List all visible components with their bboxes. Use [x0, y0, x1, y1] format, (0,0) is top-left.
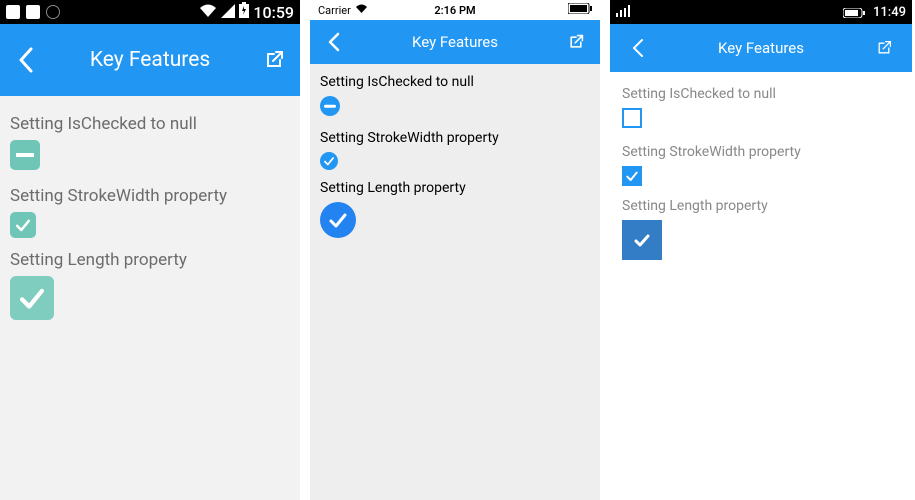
device-android: 10:59 Key Features Setting IsChecked to … — [0, 0, 300, 500]
page-title: Key Features — [652, 39, 870, 57]
external-link-button[interactable] — [870, 40, 898, 56]
app-bar: Key Features — [610, 24, 912, 72]
checkbox-checked-large[interactable] — [10, 276, 54, 320]
back-button[interactable] — [624, 38, 652, 58]
checkbox-indeterminate[interactable] — [10, 140, 40, 170]
back-button[interactable] — [12, 47, 40, 73]
notification-icon — [6, 5, 20, 19]
signal-icon — [221, 3, 235, 22]
external-link-button[interactable] — [562, 34, 590, 50]
battery-icon — [843, 3, 865, 22]
checkbox-checked[interactable] — [10, 212, 36, 238]
status-bar: 10:59 — [0, 0, 300, 24]
carrier-label: Carrier — [318, 4, 351, 17]
checkbox-checked-large[interactable] — [622, 220, 662, 260]
external-link-button[interactable] — [260, 50, 288, 70]
item-label: Setting StrokeWidth property — [622, 144, 900, 160]
app-bar: Key Features — [310, 20, 600, 64]
item-label: Setting IsChecked to null — [320, 74, 590, 90]
item-label: Setting IsChecked to null — [10, 114, 290, 134]
back-button[interactable] — [320, 32, 348, 52]
status-bar: Carrier 2:16 PM — [310, 0, 600, 20]
device-ios: Carrier 2:16 PM Key Features Setting IsC… — [310, 0, 600, 500]
checkbox-indeterminate[interactable] — [622, 108, 642, 128]
checkbox-indeterminate[interactable] — [320, 96, 340, 116]
status-clock: 10:59 — [253, 3, 294, 22]
checkbox-checked[interactable] — [320, 152, 338, 170]
battery-icon — [568, 3, 592, 17]
content-area: Setting IsChecked to null Setting Stroke… — [0, 96, 300, 500]
status-clock: 11:49 — [873, 5, 906, 20]
item-label: Setting Length property — [622, 198, 900, 214]
sd-card-icon — [26, 5, 40, 19]
app-bar: Key Features — [0, 24, 300, 96]
checkbox-checked-large[interactable] — [320, 202, 356, 238]
item-label: Setting StrokeWidth property — [320, 130, 590, 146]
battery-icon — [239, 2, 249, 22]
checkbox-checked[interactable] — [622, 166, 642, 186]
content-area: Setting IsChecked to null Setting Stroke… — [310, 64, 600, 500]
sync-icon — [46, 5, 60, 19]
wifi-icon — [355, 4, 368, 17]
content-area: Setting IsChecked to null Setting Stroke… — [610, 72, 912, 500]
item-label: Setting Length property — [10, 250, 290, 270]
page-title: Key Features — [348, 33, 562, 51]
item-label: Setting Length property — [320, 180, 590, 196]
status-clock: 2:16 PM — [434, 4, 475, 17]
signal-icon — [616, 5, 632, 20]
page-title: Key Features — [40, 48, 260, 72]
device-uwp: 11:49 Key Features Setting IsChecked to … — [610, 0, 912, 500]
wifi-icon — [199, 3, 217, 22]
status-bar: 11:49 — [610, 0, 912, 24]
item-label: Setting IsChecked to null — [622, 86, 900, 102]
item-label: Setting StrokeWidth property — [10, 186, 290, 206]
